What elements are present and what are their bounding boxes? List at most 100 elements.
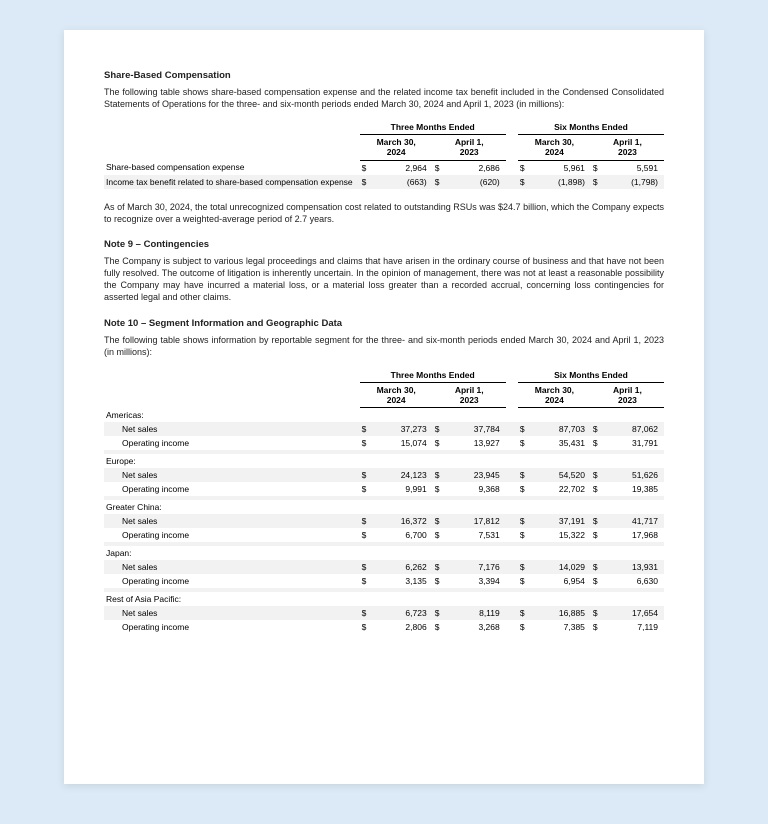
value-cell: 87,703 (530, 422, 591, 436)
seg-period-6m: Six Months Ended (518, 368, 664, 383)
value-cell: 8,119 (445, 606, 506, 620)
currency-symbol: $ (518, 574, 530, 588)
row-label: Net sales (104, 422, 360, 436)
table-row: Net sales$16,372$17,812$37,191$41,717 (104, 514, 664, 528)
currency-symbol: $ (360, 528, 372, 542)
segment-name-row: Rest of Asia Pacific: (104, 592, 664, 606)
currency-symbol: $ (591, 514, 603, 528)
value-cell: (1,798) (603, 175, 664, 189)
sbc-intro: The following table shows share-based co… (104, 86, 664, 110)
value-cell: (663) (372, 175, 433, 189)
value-cell: 2,964 (372, 160, 433, 175)
currency-symbol: $ (591, 574, 603, 588)
currency-symbol: $ (591, 620, 603, 634)
currency-symbol: $ (360, 560, 372, 574)
sbc-title: Share-Based Compensation (104, 70, 664, 81)
currency-symbol: $ (360, 422, 372, 436)
row-label: Income tax benefit related to share-base… (104, 175, 360, 189)
currency-symbol: $ (591, 528, 603, 542)
currency-symbol: $ (591, 482, 603, 496)
sbc-date-3m-2: April 1,2023 (433, 135, 506, 160)
segment-name-row: Greater China: (104, 500, 664, 514)
sbc-date-3m-1: March 30,2024 (360, 135, 433, 160)
currency-symbol: $ (518, 160, 530, 175)
row-label: Net sales (104, 468, 360, 482)
value-cell: 7,119 (603, 620, 664, 634)
currency-symbol: $ (360, 468, 372, 482)
segment-name-row: Japan: (104, 546, 664, 560)
value-cell: 17,812 (445, 514, 506, 528)
value-cell: 6,262 (372, 560, 433, 574)
sbc-table: Three Months Ended Six Months Ended Marc… (104, 120, 664, 188)
currency-symbol: $ (591, 422, 603, 436)
seg-period-3m: Three Months Ended (360, 368, 506, 383)
currency-symbol: $ (433, 436, 445, 450)
value-cell: 54,520 (530, 468, 591, 482)
currency-symbol: $ (433, 175, 445, 189)
row-label: Net sales (104, 560, 360, 574)
segment-name-row: Americas: (104, 408, 664, 422)
currency-symbol: $ (360, 436, 372, 450)
currency-symbol: $ (518, 514, 530, 528)
row-label: Net sales (104, 514, 360, 528)
segment-table: Three Months Ended Six Months Ended Marc… (104, 368, 664, 634)
currency-symbol: $ (518, 620, 530, 634)
value-cell: 9,368 (445, 482, 506, 496)
currency-symbol: $ (433, 620, 445, 634)
value-cell: 37,191 (530, 514, 591, 528)
currency-symbol: $ (518, 422, 530, 436)
value-cell: 2,686 (445, 160, 506, 175)
value-cell: 37,273 (372, 422, 433, 436)
seg-date-6m-2: April 1,2023 (591, 382, 664, 407)
currency-symbol: $ (518, 560, 530, 574)
value-cell: 41,717 (603, 514, 664, 528)
value-cell: 16,372 (372, 514, 433, 528)
segment-name: Rest of Asia Pacific: (104, 592, 360, 606)
value-cell: 6,630 (603, 574, 664, 588)
currency-symbol: $ (433, 468, 445, 482)
sbc-date-6m-1: March 30,2024 (518, 135, 591, 160)
value-cell: 9,991 (372, 482, 433, 496)
currency-symbol: $ (591, 560, 603, 574)
value-cell: 5,591 (603, 160, 664, 175)
value-cell: 3,135 (372, 574, 433, 588)
value-cell: (620) (445, 175, 506, 189)
value-cell: 37,784 (445, 422, 506, 436)
table-row: Operating income$2,806$3,268$7,385$7,119 (104, 620, 664, 634)
value-cell: 15,074 (372, 436, 433, 450)
table-row: Net sales$6,723$8,119$16,885$17,654 (104, 606, 664, 620)
value-cell: 17,968 (603, 528, 664, 542)
currency-symbol: $ (518, 468, 530, 482)
value-cell: 3,394 (445, 574, 506, 588)
value-cell: 14,029 (530, 560, 591, 574)
currency-symbol: $ (518, 528, 530, 542)
segment-name-row: Europe: (104, 454, 664, 468)
value-cell: 22,702 (530, 482, 591, 496)
sbc-date-6m-2: April 1,2023 (591, 135, 664, 160)
value-cell: 23,945 (445, 468, 506, 482)
note9-title: Note 9 – Contingencies (104, 239, 664, 250)
currency-symbol: $ (433, 606, 445, 620)
sbc-period-3m: Three Months Ended (360, 120, 506, 135)
currency-symbol: $ (433, 422, 445, 436)
segment-name: Greater China: (104, 500, 360, 514)
row-label: Operating income (104, 482, 360, 496)
value-cell: 24,123 (372, 468, 433, 482)
currency-symbol: $ (433, 528, 445, 542)
note9-body: The Company is subject to various legal … (104, 255, 664, 304)
currency-symbol: $ (518, 436, 530, 450)
value-cell: (1,898) (530, 175, 591, 189)
currency-symbol: $ (591, 160, 603, 175)
value-cell: 19,385 (603, 482, 664, 496)
table-row: Net sales$24,123$23,945$54,520$51,626 (104, 468, 664, 482)
currency-symbol: $ (518, 482, 530, 496)
seg-date-3m-1: March 30,2024 (360, 382, 433, 407)
value-cell: 7,531 (445, 528, 506, 542)
currency-symbol: $ (360, 175, 372, 189)
row-label: Share-based compensation expense (104, 160, 360, 175)
row-label: Operating income (104, 436, 360, 450)
value-cell: 13,927 (445, 436, 506, 450)
currency-symbol: $ (591, 175, 603, 189)
currency-symbol: $ (518, 175, 530, 189)
value-cell: 7,385 (530, 620, 591, 634)
